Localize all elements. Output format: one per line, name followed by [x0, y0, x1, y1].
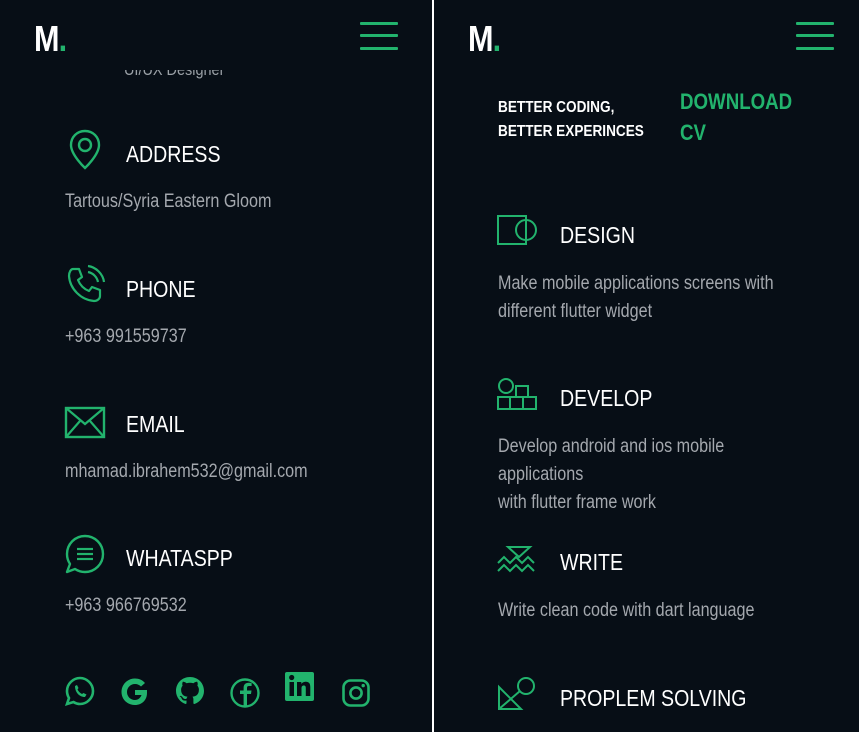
- write-desc-line-1: Write clean code with dart language: [498, 600, 755, 621]
- facebook-icon[interactable]: [227, 672, 263, 712]
- develop-description: Develop android and ios mobile applicati…: [498, 433, 804, 517]
- design-description: Make mobile applications screens with di…: [498, 270, 804, 326]
- services-screen: M. BETTER CODING, BETTER EXPERINCES DOWN…: [434, 0, 859, 732]
- menu-icon[interactable]: [360, 22, 398, 50]
- develop-desc-line-1: Develop android and ios mobile applicati…: [498, 436, 725, 485]
- job-title-partial: UI/UX Designer: [124, 60, 225, 79]
- address-title: ADDRESS: [126, 141, 221, 167]
- download-label-line-2[interactable]: CV: [680, 120, 706, 146]
- phone-value[interactable]: +963 991559737: [65, 326, 187, 348]
- location-pin-icon: [69, 129, 101, 170]
- linkedin-icon[interactable]: [282, 666, 318, 706]
- logo-letter: M: [468, 18, 493, 59]
- problem-solving-icon: [498, 677, 535, 710]
- whatsapp-icon[interactable]: [62, 672, 98, 712]
- develop-title: DEVELOP: [560, 385, 653, 411]
- tagline-line-1: BETTER CODING,: [498, 99, 615, 116]
- instagram-icon[interactable]: [338, 672, 374, 712]
- develop-desc-line-2: with flutter frame work: [498, 492, 656, 513]
- design-desc-line-2: different flutter widget: [498, 301, 653, 322]
- logo-dot: .: [492, 18, 502, 59]
- logo-letter: M: [34, 18, 60, 59]
- email-title: EMAIL: [126, 411, 185, 437]
- write-title: WRITE: [560, 549, 623, 575]
- logo[interactable]: M.: [34, 18, 68, 60]
- develop-icon: [497, 378, 537, 410]
- chat-icon: [65, 534, 105, 574]
- tagline-line-2: BETTER EXPERINCES: [498, 123, 644, 140]
- download-label-line-1[interactable]: DOWNLOAD: [680, 89, 792, 115]
- phone-icon: [67, 264, 106, 303]
- design-desc-line-1: Make mobile applications screens with: [498, 273, 774, 294]
- problem-solving-title: PROPLEM SOLVING: [560, 685, 747, 711]
- menu-icon[interactable]: [796, 22, 834, 50]
- envelope-icon: [64, 406, 106, 439]
- email-value[interactable]: mhamad.ibrahem532@gmail.com: [65, 461, 308, 483]
- logo-dot: .: [58, 18, 68, 59]
- design-title: DESIGN: [560, 222, 635, 248]
- contact-screen: M. UI/UX Designer ADDRESS Tartous/Syria …: [0, 0, 432, 732]
- write-icon: [497, 546, 535, 573]
- github-icon[interactable]: [172, 672, 208, 712]
- whatsapp-title: WHATASPP: [126, 545, 233, 571]
- google-icon[interactable]: [116, 672, 152, 712]
- address-value: Tartous/Syria Eastern Gloom: [65, 191, 272, 212]
- design-icon: [497, 215, 537, 245]
- whatsapp-value[interactable]: +963 966769532: [65, 595, 187, 617]
- logo[interactable]: M.: [468, 18, 502, 60]
- phone-title: PHONE: [126, 276, 196, 302]
- write-description: Write clean code with dart language: [498, 597, 804, 625]
